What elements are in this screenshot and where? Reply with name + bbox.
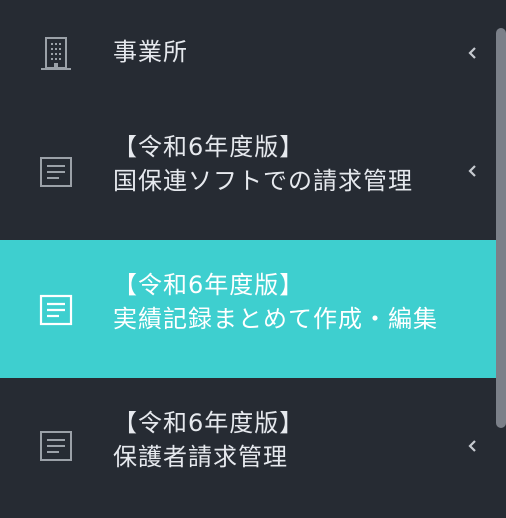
chevron-left-icon: [468, 165, 476, 177]
sidebar-item-label: 【令和6年度版】: [113, 409, 305, 437]
sidebar-menu: 事業所 【令和6年度版】 国保連ソフトでの請求管理 【令和6年度版】 実績記録ま…: [0, 0, 506, 518]
sidebar-item-office[interactable]: 事業所: [0, 0, 506, 108]
sidebar-item-label: 保護者請求管理: [113, 443, 288, 471]
sidebar-item-label: 実績記録まとめて作成・編集: [113, 305, 438, 333]
sidebar-item-label: 国保連ソフトでの請求管理: [113, 167, 413, 195]
sidebar-item-label: 事業所: [113, 38, 188, 66]
sidebar-item-label: 【令和6年度版】: [113, 271, 305, 299]
sidebar-item-label: 【令和6年度版】: [113, 133, 305, 161]
sidebar-item-records-batch-edit[interactable]: 【令和6年度版】 実績記録まとめて作成・編集: [0, 240, 506, 378]
scrollbar[interactable]: [496, 28, 506, 428]
document-icon: [40, 157, 72, 187]
building-icon: [41, 37, 71, 70]
sidebar-item-guardian-billing[interactable]: 【令和6年度版】 保護者請求管理: [0, 378, 506, 518]
document-icon: [39, 294, 73, 326]
chevron-left-icon: [468, 47, 476, 59]
sidebar-item-claim-management[interactable]: 【令和6年度版】 国保連ソフトでの請求管理: [0, 108, 506, 240]
document-icon: [40, 431, 72, 461]
chevron-left-icon: [468, 440, 476, 452]
